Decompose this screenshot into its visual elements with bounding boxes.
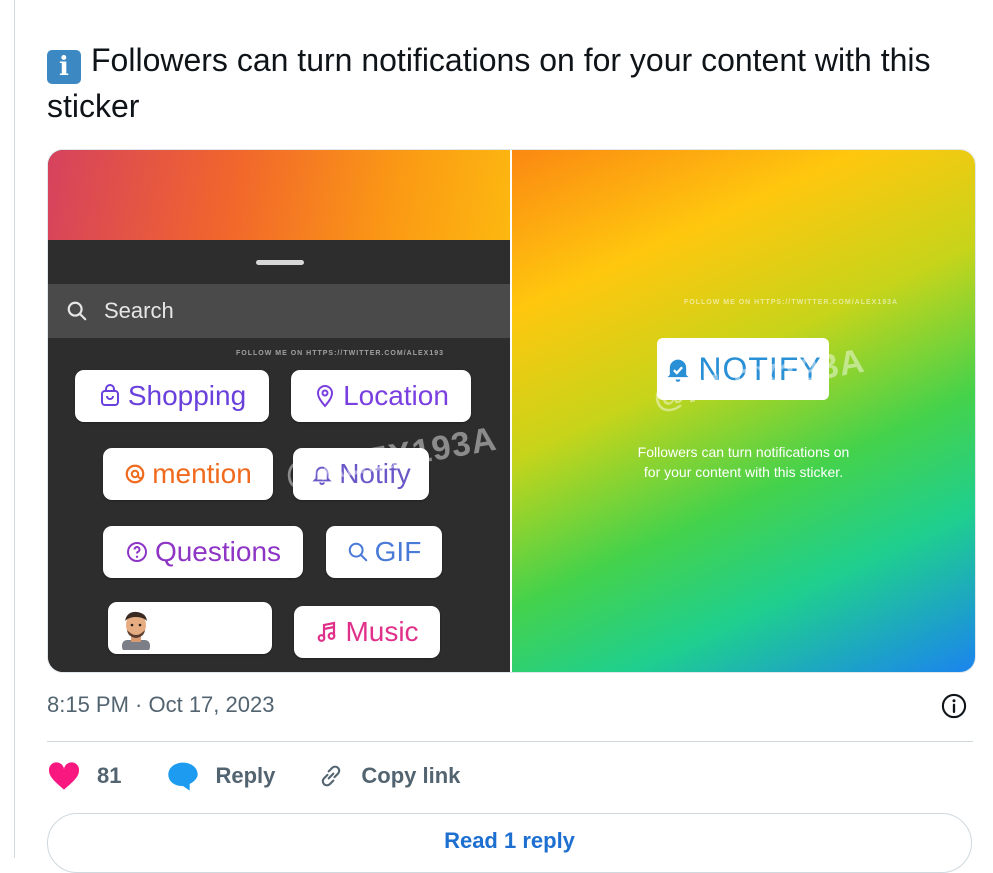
sticker-mention: mention xyxy=(103,448,273,500)
music-note-icon xyxy=(318,621,336,642)
sticker-gif-label: GIF xyxy=(374,536,422,567)
sticker-music-label: Music xyxy=(345,616,419,647)
tweet-actions: 81 Reply Copy link xyxy=(47,758,460,794)
tweet-text: i Followers can turn notifications on for… xyxy=(47,38,982,128)
threads-icon xyxy=(125,464,145,484)
sticker-caption: Followers can turn notifications on for … xyxy=(572,442,915,482)
left-border xyxy=(14,0,15,858)
media-right-panel[interactable]: FOLLOW ME ON HTTPS://TWITTER.COM/ALEX193… xyxy=(512,150,975,672)
copy-link-button[interactable]: Copy link xyxy=(317,762,460,790)
avatar xyxy=(122,611,150,650)
watermark-small-right: FOLLOW ME ON HTTPS://TWITTER.COM/ALEX193… xyxy=(684,299,899,306)
sticker-sheet: Search FOLLOW ME ON HTTPS://TWITTER.COM/… xyxy=(48,240,510,672)
search-icon xyxy=(67,301,87,321)
sticker-location: Location xyxy=(291,370,471,422)
gif-search-icon xyxy=(348,542,367,562)
sticker-shopping: Shopping xyxy=(75,370,269,422)
info-emoji-icon: i xyxy=(47,50,81,84)
caption-line-1: Followers can turn notifications on xyxy=(637,444,850,460)
like-count: 81 xyxy=(97,763,122,788)
reply-bubble-icon xyxy=(168,762,199,791)
caption-line-2: for your content with this sticker. xyxy=(643,464,844,480)
reply-button[interactable]: Reply xyxy=(167,761,275,791)
sticker-search: Search xyxy=(48,284,510,338)
copy-link-label: Copy link xyxy=(361,763,461,788)
tweet-media[interactable]: Search FOLLOW ME ON HTTPS://TWITTER.COM/… xyxy=(47,149,976,673)
reply-label: Reply xyxy=(215,763,276,788)
sticker-shopping-label: Shopping xyxy=(127,380,247,411)
sheet-handle xyxy=(256,260,304,265)
shopping-bag-icon xyxy=(100,384,119,406)
link-icon xyxy=(322,765,341,787)
divider xyxy=(47,741,973,742)
info-circle-icon[interactable] xyxy=(940,692,968,720)
watermark-small: FOLLOW ME ON HTTPS://TWITTER.COM/ALEX193 xyxy=(236,350,444,357)
like-button[interactable]: 81 xyxy=(47,761,121,791)
gradient-header xyxy=(48,150,510,240)
sticker-avatar xyxy=(108,602,272,654)
heart-icon xyxy=(48,762,80,790)
tweet-body: Followers can turn notifications on for … xyxy=(47,42,931,124)
tweet-timestamp[interactable]: 8:15 PM · Oct 17, 2023 xyxy=(47,692,274,718)
question-icon xyxy=(126,542,147,562)
sticker-location-label: Location xyxy=(343,380,449,411)
sticker-gif: GIF xyxy=(326,526,442,578)
sticker-music: Music xyxy=(294,606,440,658)
location-pin-icon xyxy=(317,385,334,408)
sticker-mention-label: mention xyxy=(152,458,252,489)
sticker-questions-label: Questions xyxy=(154,536,282,567)
read-replies-button[interactable]: Read 1 reply xyxy=(47,813,972,873)
search-placeholder: Search xyxy=(104,298,174,323)
media-left-panel[interactable]: Search FOLLOW ME ON HTTPS://TWITTER.COM/… xyxy=(48,150,510,672)
sticker-questions: Questions xyxy=(103,526,303,578)
